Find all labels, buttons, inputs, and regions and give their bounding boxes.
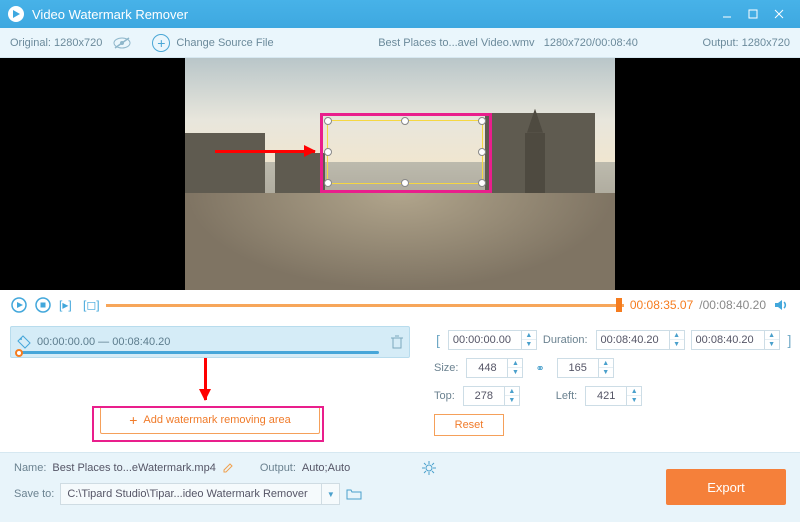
seek-slider[interactable] <box>106 300 624 310</box>
footer: Name: Best Places to...eWatermark.mp4 Ou… <box>0 452 800 522</box>
play-button[interactable] <box>10 296 28 314</box>
top-field[interactable]: ▲▼ <box>463 386 520 406</box>
video-preview[interactable] <box>0 58 800 290</box>
svg-text:[◻]: [◻] <box>83 298 99 312</box>
info-toolbar: Original: 1280x720 + Change Source File … <box>0 28 800 58</box>
height-field[interactable]: ▲▼ <box>557 358 614 378</box>
top-label: Top: <box>434 390 455 402</box>
region-panel: [ ▲▼ Duration: ▲▼ ▲▼ ] Size: ▲▼ ⚭ ▲▼ Top… <box>420 320 800 452</box>
playback-bar: [▸] [◻] 00:08:35.07/00:08:40.20 <box>0 290 800 320</box>
plus-icon: + <box>152 34 170 52</box>
settings-panels: 00:00:00.00 — 00:08:40.20 + Add watermar… <box>0 320 800 452</box>
app-title: Video Watermark Remover <box>32 7 714 22</box>
svg-text:[▸]: [▸] <box>59 298 72 312</box>
maximize-button[interactable] <box>740 4 766 24</box>
output-settings-icon[interactable] <box>422 461 436 475</box>
name-label: Name: <box>14 462 46 474</box>
app-logo-icon <box>8 6 24 22</box>
output-label: Output: <box>260 462 296 474</box>
bracket-close: ] <box>786 332 794 348</box>
left-label: Left: <box>556 390 577 402</box>
duration-field[interactable]: ▲▼ <box>596 330 685 350</box>
edit-name-icon[interactable] <box>222 462 234 474</box>
bracket-open: [ <box>434 332 442 348</box>
saveto-dropdown-icon[interactable]: ▼ <box>321 484 339 504</box>
volume-icon[interactable] <box>772 296 790 314</box>
source-filename: Best Places to...avel Video.wmv 1280x720… <box>314 37 703 49</box>
time-total: /00:08:40.20 <box>699 298 766 312</box>
watermark-selection[interactable] <box>327 120 483 184</box>
width-field[interactable]: ▲▼ <box>466 358 523 378</box>
saveto-label: Save to: <box>14 488 54 500</box>
add-area-label: Add watermark removing area <box>143 414 290 426</box>
output-resolution: Output: 1280x720 <box>703 37 790 49</box>
saveto-path-field[interactable]: ▼ <box>60 483 340 505</box>
title-bar: Video Watermark Remover <box>0 0 800 28</box>
export-button[interactable]: Export <box>666 469 786 505</box>
clip-item[interactable]: 00:00:00.00 — 00:08:40.20 <box>10 326 410 358</box>
end-time-field[interactable]: ▲▼ <box>691 330 780 350</box>
start-time-field[interactable]: ▲▼ <box>448 330 537 350</box>
clip-range: 00:00:00.00 — 00:08:40.20 <box>37 336 170 348</box>
open-folder-icon[interactable] <box>346 488 362 500</box>
clip-tag-icon <box>17 335 31 349</box>
delete-clip-icon[interactable] <box>391 335 403 349</box>
reset-button[interactable]: Reset <box>434 414 504 436</box>
duration-label: Duration: <box>543 334 588 346</box>
preview-toggle-icon[interactable] <box>112 36 132 50</box>
plus-icon: + <box>129 412 137 428</box>
time-current: 00:08:35.07 <box>630 298 693 312</box>
minimize-button[interactable] <box>714 4 740 24</box>
output-name: Best Places to...eWatermark.mp4 <box>52 462 215 474</box>
original-resolution: Original: 1280x720 <box>10 37 102 49</box>
video-frame <box>185 58 615 290</box>
prev-frame-button[interactable]: [▸] <box>58 296 76 314</box>
left-field[interactable]: ▲▼ <box>585 386 642 406</box>
clips-panel: 00:00:00.00 — 00:08:40.20 + Add watermar… <box>0 320 420 452</box>
add-watermark-area-button[interactable]: + Add watermark removing area <box>100 406 320 434</box>
annotation-arrow-icon <box>215 150 315 153</box>
change-source-label: Change Source File <box>176 37 273 49</box>
annotation-arrow-down-icon <box>204 358 207 400</box>
size-label: Size: <box>434 362 458 374</box>
close-button[interactable] <box>766 4 792 24</box>
next-frame-button[interactable]: [◻] <box>82 296 100 314</box>
output-value: Auto;Auto <box>302 462 350 474</box>
stop-button[interactable] <box>34 296 52 314</box>
link-aspect-icon[interactable]: ⚭ <box>529 362 550 375</box>
change-source-button[interactable]: + Change Source File <box>152 34 273 52</box>
